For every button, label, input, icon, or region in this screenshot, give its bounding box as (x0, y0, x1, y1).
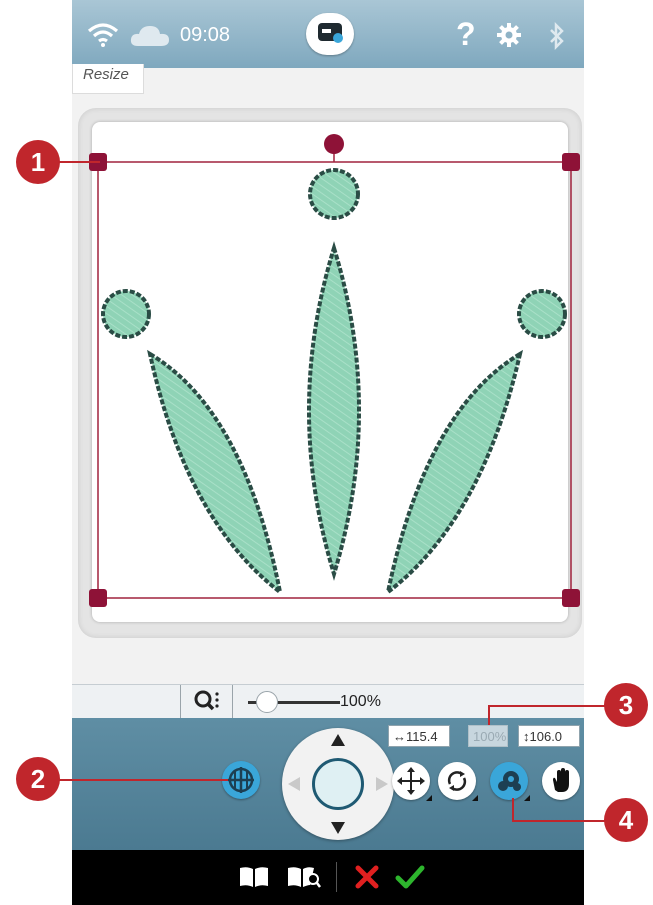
submenu-indicator (472, 795, 478, 801)
resize-icon (498, 771, 521, 791)
resize-handle-bottom-left[interactable] (89, 589, 107, 607)
callout-line-4b (512, 798, 514, 822)
divider (336, 862, 337, 892)
move-button[interactable] (392, 762, 432, 801)
divider (232, 685, 233, 719)
callout-line-2 (58, 779, 228, 781)
zoom-menu-icon[interactable] (194, 690, 220, 714)
callout-1: 1 (16, 140, 60, 184)
embroidery-screen: 09:08 ? Resize 100% ↔115.4 100% ↕106.0 (72, 0, 584, 905)
scale-value: 100% (468, 725, 508, 747)
resize-button[interactable] (490, 762, 530, 801)
pan-button[interactable] (542, 762, 580, 800)
help-book-icon[interactable] (238, 864, 270, 890)
callout-2: 2 (16, 757, 60, 801)
submenu-indicator (426, 795, 432, 801)
callout-4: 4 (604, 798, 648, 842)
dpad-center-button[interactable] (312, 758, 364, 810)
rotate-button[interactable] (438, 762, 478, 801)
arrow-up-icon[interactable] (331, 734, 345, 746)
embroidery-design (101, 168, 567, 597)
callout-line-3b (488, 705, 490, 725)
arrow-left-icon[interactable] (288, 777, 300, 791)
move-icon (397, 767, 425, 795)
zoom-slider-knob[interactable] (256, 691, 278, 713)
arrow-down-icon[interactable] (331, 822, 345, 834)
callout-3: 3 (604, 683, 648, 727)
pan-hand-icon (553, 768, 569, 792)
rotate-handle[interactable] (324, 134, 344, 154)
width-value[interactable]: ↔115.4 (388, 725, 450, 747)
confirm-icon[interactable] (394, 862, 426, 892)
callout-line-1 (58, 161, 100, 163)
zoom-value: 100% (340, 693, 381, 710)
height-value[interactable]: ↕106.0 (518, 725, 580, 747)
control-panel: ↔115.4 100% ↕106.0 (72, 718, 584, 850)
callout-line-4 (512, 820, 608, 822)
callout-line-3 (488, 705, 608, 707)
resize-handle-top-right[interactable] (562, 153, 580, 171)
divider (180, 685, 181, 719)
cancel-icon[interactable] (354, 864, 380, 890)
bottom-bar (72, 850, 584, 905)
rotate-icon (447, 771, 467, 791)
zoom-bar: 100% (72, 684, 584, 720)
arrow-right-icon[interactable] (376, 777, 388, 791)
quick-help-icon[interactable] (286, 864, 322, 890)
resize-handle-bottom-right[interactable] (562, 589, 580, 607)
direction-pad[interactable] (282, 728, 394, 840)
submenu-indicator (524, 795, 530, 801)
design-area[interactable] (72, 0, 584, 680)
